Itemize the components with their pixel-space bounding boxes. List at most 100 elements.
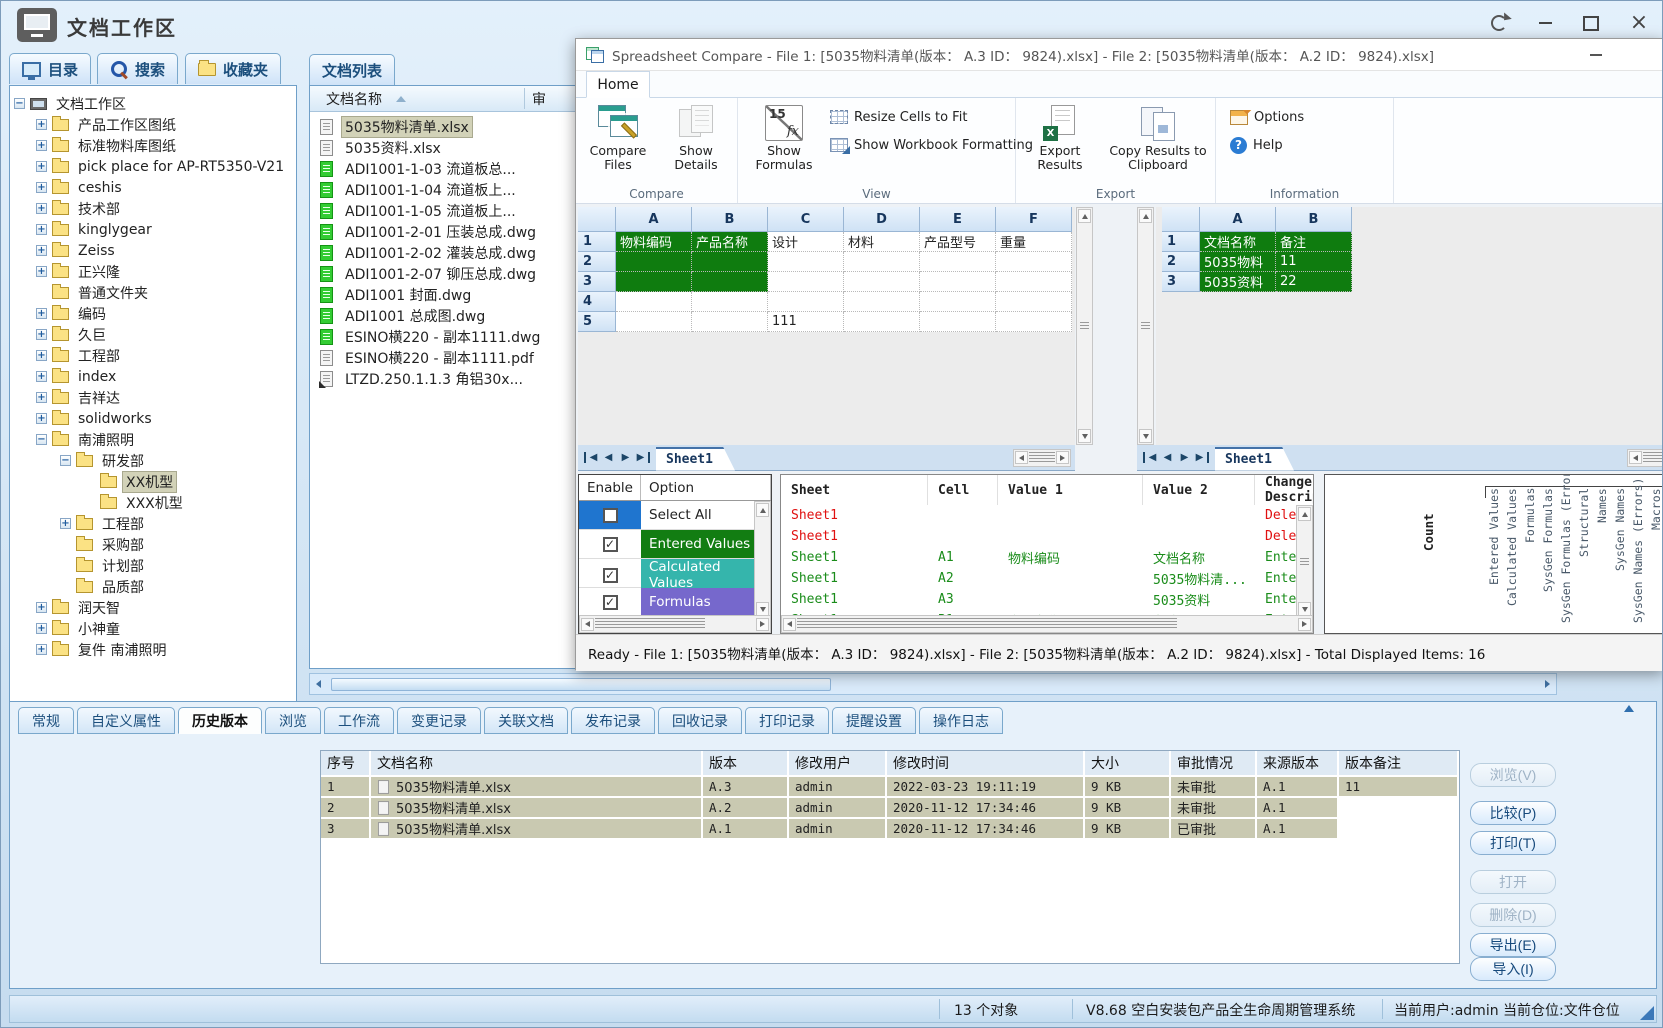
cell-B3[interactable]: 22 — [1276, 272, 1352, 292]
close-button[interactable]: × — [1617, 9, 1661, 37]
history-action-button[interactable]: 导入(I) — [1470, 957, 1556, 981]
detail-tab[interactable]: 操作日志 — [919, 707, 1003, 734]
tree-item[interactable]: 计划部 — [14, 555, 294, 576]
cell-A3[interactable] — [616, 272, 692, 292]
file2-horizontal-scrollbar[interactable] — [1627, 449, 1663, 467]
last-sheet-icon[interactable]: ▶ — [635, 452, 650, 463]
detail-tab[interactable]: 自定义属性 — [77, 707, 175, 734]
first-sheet-icon[interactable]: ◀ — [1143, 452, 1158, 463]
cell-D1[interactable]: 材料 — [844, 232, 920, 252]
cell-E4[interactable] — [920, 292, 996, 312]
tab-document-list[interactable]: 文档列表 — [309, 54, 395, 85]
detail-tab[interactable]: 回收记录 — [658, 707, 742, 734]
document-list-horizontal-scrollbar[interactable] — [309, 673, 1557, 695]
history-action-button[interactable]: 导出(E) — [1470, 933, 1556, 957]
history-action-button[interactable]: 打开 — [1470, 870, 1556, 894]
col-size[interactable]: 大小 — [1085, 751, 1171, 777]
tree-expander-icon[interactable] — [36, 161, 47, 172]
compare-titlebar[interactable]: Spreadsheet Compare - File 1: [5035物料清单(… — [576, 39, 1663, 71]
tree-expander-icon[interactable] — [36, 371, 47, 382]
scroll-right-icon[interactable] — [1056, 451, 1069, 464]
row-header[interactable]: 2 — [578, 252, 616, 272]
cell-D5[interactable] — [844, 312, 920, 332]
sheet-tab[interactable]: Sheet1 — [656, 447, 735, 471]
cell-D3[interactable] — [844, 272, 920, 292]
scrollbar-thumb[interactable] — [595, 618, 705, 630]
tree-item[interactable]: 久巨 — [14, 324, 294, 345]
detail-tab[interactable]: 工作流 — [324, 707, 394, 734]
tab-directory[interactable]: 目录 — [9, 53, 91, 84]
col-header[interactable]: C — [768, 207, 844, 232]
history-action-button[interactable]: 比较(P) — [1470, 801, 1556, 825]
tree-item[interactable]: XXX机型 — [14, 492, 294, 513]
tree-item[interactable]: 品质部 — [14, 576, 294, 597]
scroll-up-icon[interactable] — [1139, 209, 1152, 223]
result-row[interactable]: Sheet1 DeletedColumns — [781, 505, 1313, 526]
cell-A5[interactable] — [616, 312, 692, 332]
cell-F1[interactable]: 重量 — [996, 232, 1072, 252]
col-value2[interactable]: Value 2 — [1143, 475, 1255, 505]
cell-C4[interactable] — [768, 292, 844, 312]
cell-C1[interactable]: 设计 — [768, 232, 844, 252]
tree-expander-icon[interactable] — [36, 203, 47, 214]
show-details-button[interactable]: Show Details — [658, 102, 734, 184]
tree-item[interactable]: 产品工作区图纸 — [14, 114, 294, 135]
col-change-description[interactable]: Change Descrip — [1255, 475, 1314, 505]
resize-grip-icon[interactable] — [1640, 1006, 1654, 1020]
col-header[interactable]: B — [692, 207, 768, 232]
tree-expander-icon[interactable] — [36, 224, 47, 235]
tree-item[interactable]: 文档工作区 — [14, 93, 294, 114]
tree-item[interactable]: 采购部 — [14, 534, 294, 555]
cell-F4[interactable] — [996, 292, 1072, 312]
tree-expander-icon[interactable] — [36, 308, 47, 319]
row-header[interactable]: 3 — [1162, 272, 1200, 292]
cell-C2[interactable] — [768, 252, 844, 272]
cell-B1[interactable]: 备注 — [1276, 232, 1352, 252]
col-header[interactable]: B — [1276, 207, 1352, 232]
tree-item[interactable]: 研发部 — [14, 450, 294, 471]
file2-vertical-scrollbar[interactable] — [1137, 207, 1154, 445]
scroll-down-icon[interactable] — [1298, 602, 1311, 616]
row-header[interactable]: 1 — [1162, 232, 1200, 252]
option-row[interactable]: Calculated Values — [579, 559, 756, 588]
tree-item[interactable]: ceshis — [14, 177, 294, 198]
detail-tab[interactable]: 打印记录 — [745, 707, 829, 734]
cell-D4[interactable] — [844, 292, 920, 312]
file1-grid-pane[interactable]: A B C D E F 1 物料编码 产品名称 设计 材料 产品型号 重量 2 — [578, 207, 1075, 445]
tree-expander-icon[interactable] — [36, 350, 47, 361]
detail-tab[interactable]: 历史版本 — [178, 707, 262, 734]
scroll-left-icon[interactable] — [783, 618, 796, 631]
tree-item[interactable]: 吉祥达 — [14, 387, 294, 408]
tree-expander-icon[interactable] — [36, 329, 47, 340]
tree-item[interactable]: kinglygear — [14, 219, 294, 240]
tree-item[interactable]: pick place for AP-RT5350-V21 — [14, 156, 294, 177]
tree-item[interactable]: 工程部 — [14, 345, 294, 366]
cell-A2[interactable]: 5035物料 — [1200, 252, 1276, 272]
cell-C5[interactable]: 111 — [768, 312, 844, 332]
scroll-right-icon[interactable] — [1539, 677, 1556, 692]
option-row[interactable]: Select All — [579, 501, 756, 530]
checkbox[interactable] — [579, 588, 641, 616]
scroll-right-icon[interactable] — [756, 618, 769, 631]
maximize-button[interactable] — [1569, 9, 1613, 37]
tree-expander-icon[interactable] — [36, 644, 47, 655]
scrollbar-grip[interactable] — [1141, 322, 1150, 330]
col-version[interactable]: 版本 — [703, 751, 789, 777]
cell-B2[interactable] — [692, 252, 768, 272]
detail-tab[interactable]: 浏览 — [265, 707, 321, 734]
tab-home[interactable]: Home — [586, 71, 650, 98]
result-row[interactable]: Sheet1 A2 5035物料清... Entered Value — [781, 568, 1313, 589]
col-header[interactable]: E — [920, 207, 996, 232]
scroll-down-icon[interactable] — [1139, 429, 1152, 443]
tree-expander-icon[interactable] — [36, 392, 47, 403]
tree-expander-icon[interactable] — [14, 98, 25, 109]
col-seq[interactable]: 序号 — [321, 751, 371, 777]
next-sheet-icon[interactable]: ▶ — [1177, 452, 1192, 463]
tree-item[interactable]: 小神童 — [14, 618, 294, 639]
column-doc-name[interactable]: 文档名称 — [326, 89, 382, 109]
tree-item[interactable]: 南浦照明 — [14, 429, 294, 450]
collapse-panel-icon[interactable] — [1624, 705, 1634, 712]
scrollbar-grip[interactable] — [1080, 322, 1089, 330]
tree-item[interactable]: 复件 南浦照明 — [14, 639, 294, 660]
cell-C3[interactable] — [768, 272, 844, 292]
